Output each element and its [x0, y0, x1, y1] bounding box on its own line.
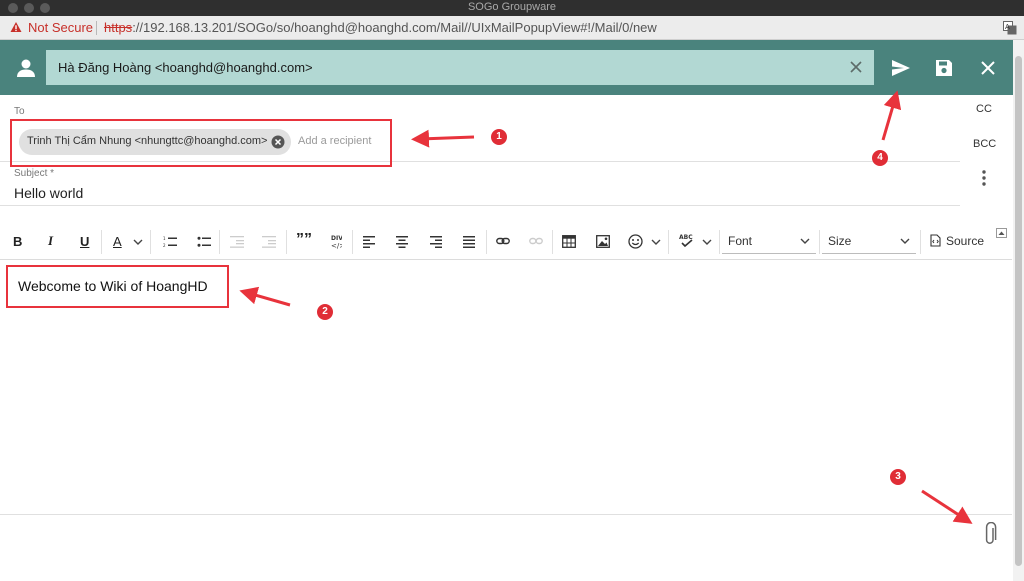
image-icon[interactable]: [596, 235, 610, 248]
align-left-icon[interactable]: [363, 236, 375, 248]
address-bar[interactable]: Not Secure https://192.168.13.201/SOGo/s…: [0, 16, 1024, 40]
unlink-icon: [529, 237, 543, 245]
svg-text:DIV: DIV: [331, 235, 342, 242]
save-icon: [936, 60, 952, 76]
annotation-arrow-2: [239, 286, 291, 307]
toolbar-separator: [719, 230, 720, 254]
size-select-label: Size: [828, 234, 852, 248]
align-justify-icon[interactable]: [463, 236, 475, 248]
insert-div-icon[interactable]: DIV </>: [330, 233, 342, 251]
warning-icon: [10, 22, 22, 32]
outdent-icon: [230, 236, 244, 248]
annotation-badge-3: 3: [890, 469, 906, 485]
editor-toolbar: B I U A 1 2 ”” DIV </>: [0, 222, 1012, 260]
table-icon[interactable]: [562, 235, 576, 248]
send-icon: [892, 60, 910, 76]
collapse-arrow-icon: [998, 231, 1005, 235]
annotation-box-body: [6, 265, 229, 308]
security-label[interactable]: Not Secure: [28, 20, 93, 35]
underline-button[interactable]: U: [80, 232, 89, 250]
toolbar-separator: [552, 230, 553, 254]
toolbar-separator: [219, 230, 220, 254]
address-separator: [96, 21, 97, 35]
translate-icon[interactable]: A: [1003, 21, 1017, 35]
bullet-list-icon[interactable]: [197, 236, 211, 248]
link-icon[interactable]: [496, 236, 510, 246]
url-rest: ://192.168.13.201/SOGo/so/hoanghd@hoangh…: [132, 20, 657, 35]
person-icon: [17, 59, 35, 77]
font-select[interactable]: Font: [722, 228, 816, 254]
toolbar-separator: [920, 230, 921, 254]
svg-text:2: 2: [163, 243, 166, 248]
subject-divider: [0, 205, 960, 206]
footer-divider: [0, 514, 1012, 515]
source-label: Source: [946, 234, 985, 248]
more-options-icon[interactable]: [978, 169, 990, 187]
bcc-button[interactable]: BCC: [973, 138, 996, 150]
toolbar-separator: [286, 230, 287, 254]
chevron-down-icon: [900, 238, 910, 244]
emoji-icon[interactable]: [628, 234, 643, 249]
spellcheck-icon[interactable]: ABC: [679, 233, 695, 249]
composer-toolbar: Hà Đăng Hoàng <hoanghd@hoanghd.com>: [0, 40, 1013, 95]
url-text[interactable]: https://192.168.13.201/SOGo/so/hoanghd@h…: [104, 20, 657, 35]
from-field[interactable]: Hà Đăng Hoàng <hoanghd@hoanghd.com>: [46, 50, 874, 85]
bold-button[interactable]: B: [13, 232, 22, 250]
annotation-box-recipients: [10, 119, 392, 167]
svg-text:1: 1: [163, 236, 166, 241]
blockquote-button[interactable]: ””: [296, 231, 312, 249]
send-button[interactable]: [889, 56, 913, 80]
chevron-down-icon[interactable]: [133, 238, 143, 246]
annotation-badge-2: 2: [317, 304, 333, 320]
collapse-toolbar-button[interactable]: [996, 228, 1007, 238]
subject-input[interactable]: Hello world: [14, 185, 83, 201]
toolbar-separator: [486, 230, 487, 254]
chevron-down-icon: [800, 238, 810, 244]
svg-text:</>: </>: [331, 242, 342, 250]
italic-button[interactable]: I: [48, 232, 53, 250]
toolbar-separator: [150, 230, 151, 254]
to-label: To: [14, 106, 25, 117]
source-icon: [930, 234, 941, 247]
toolbar-separator: [352, 230, 353, 254]
from-value: Hà Đăng Hoàng <hoanghd@hoanghd.com>: [58, 60, 313, 75]
subject-label: Subject *: [14, 168, 55, 179]
annotation-badge-1: 1: [491, 129, 507, 145]
annotation-badge-4: 4: [872, 150, 888, 166]
clear-icon[interactable]: [848, 59, 864, 75]
close-button[interactable]: [976, 56, 1000, 80]
annotation-arrow-1: [411, 129, 475, 148]
chevron-down-icon[interactable]: [651, 238, 661, 246]
font-color-button[interactable]: A: [113, 232, 122, 250]
window-titlebar: SOGo Groupware: [0, 0, 1024, 16]
toolbar-separator: [101, 230, 102, 254]
cc-button[interactable]: CC: [976, 103, 992, 115]
align-right-icon[interactable]: [430, 236, 442, 248]
toolbar-separator: [668, 230, 669, 254]
attach-icon[interactable]: [981, 522, 999, 548]
align-center-icon[interactable]: [396, 236, 408, 248]
svg-text:A: A: [1005, 23, 1010, 31]
url-scheme: https: [104, 20, 133, 35]
scrollbar-thumb[interactable]: [1015, 56, 1022, 566]
toolbar-separator: [819, 230, 820, 254]
annotation-arrow-4: [881, 90, 902, 141]
window-title: SOGo Groupware: [467, 1, 557, 13]
size-select[interactable]: Size: [822, 228, 916, 254]
save-draft-button[interactable]: [932, 56, 956, 80]
numbered-list-icon[interactable]: 1 2: [163, 236, 177, 248]
chevron-down-icon[interactable]: [702, 238, 712, 246]
source-button[interactable]: Source: [930, 234, 984, 248]
font-select-label: Font: [728, 234, 753, 248]
close-icon: [981, 61, 995, 75]
indent-icon: [262, 236, 276, 248]
